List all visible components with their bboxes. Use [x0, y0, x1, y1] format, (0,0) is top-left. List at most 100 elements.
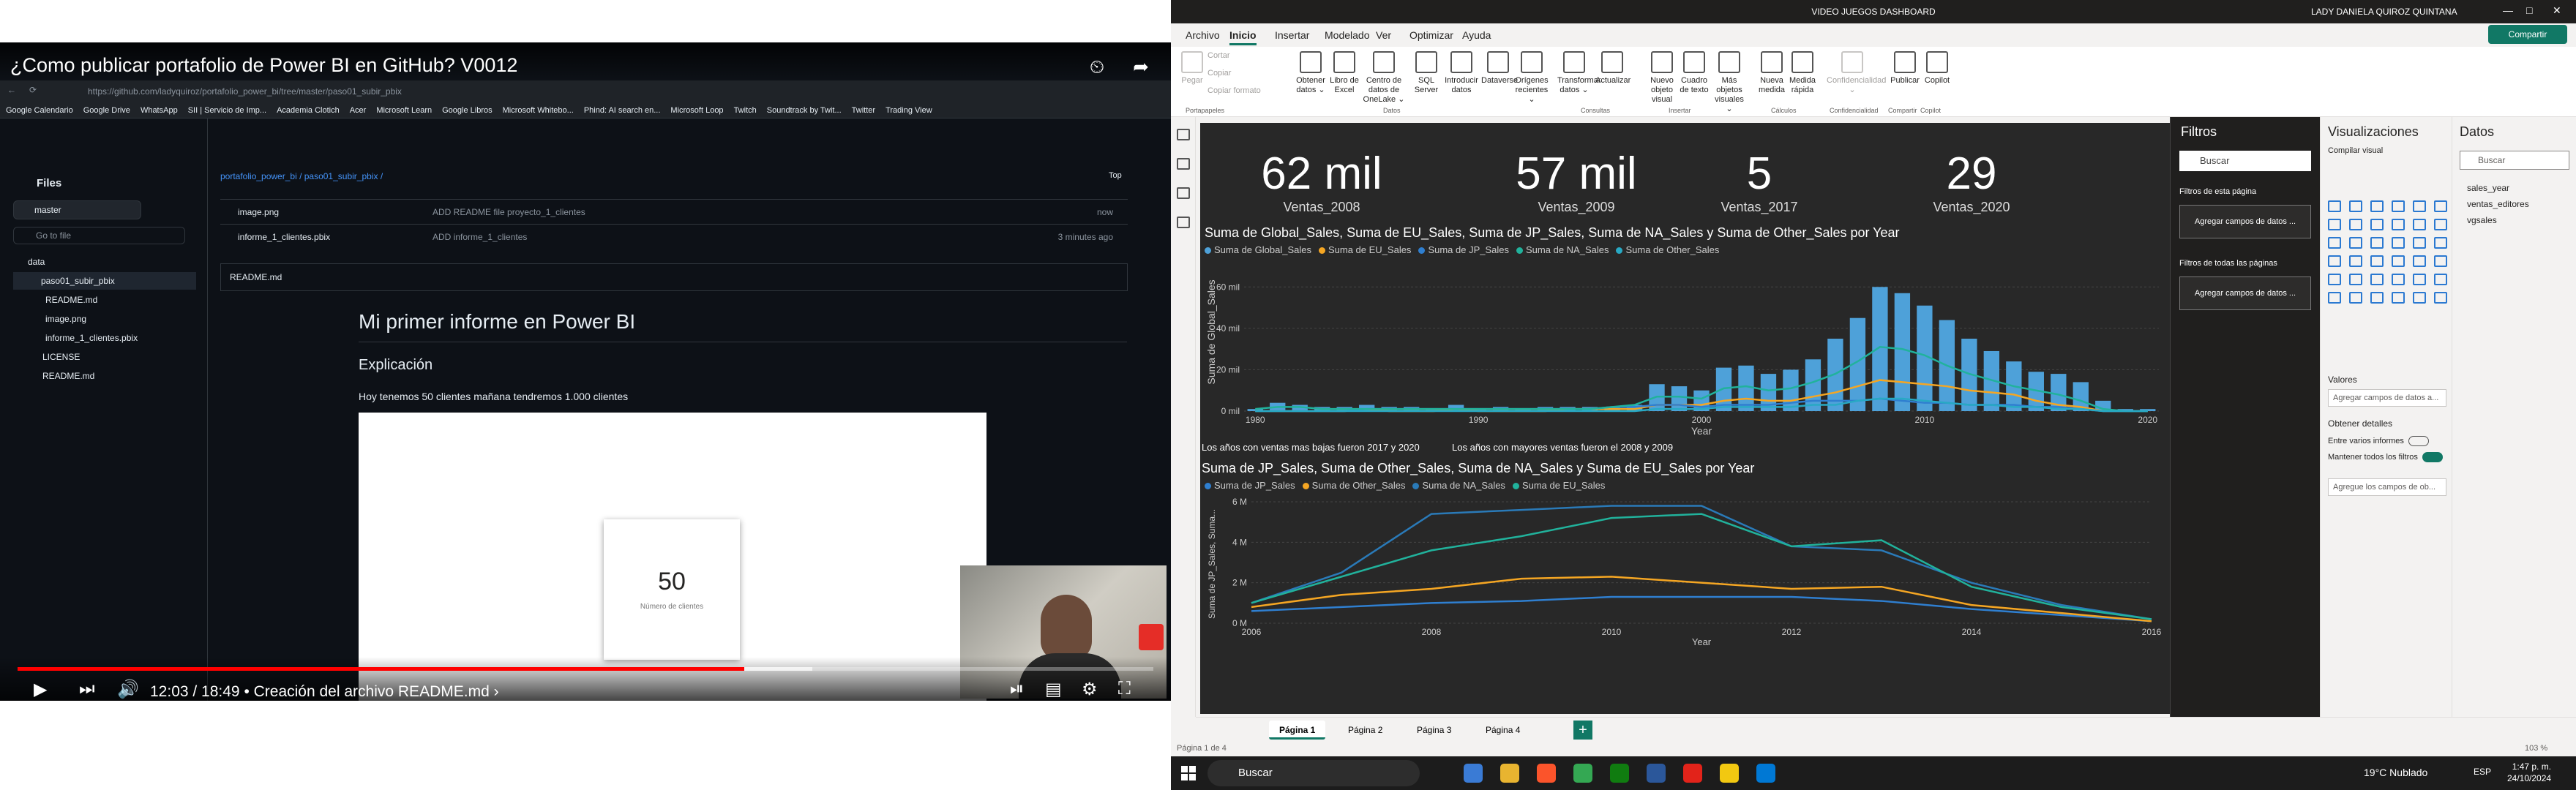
bookmark-item[interactable]: Phind: AI search en...: [584, 102, 661, 118]
next-icon[interactable]: ⏭: [79, 679, 95, 699]
bookmark-item[interactable]: Microsoft Loop: [670, 102, 723, 118]
visual-type-icon[interactable]: [2392, 292, 2405, 304]
visual-type-icon[interactable]: [2349, 219, 2362, 230]
tree-item[interactable]: README.md: [13, 291, 97, 309]
dax-view-icon[interactable]: [1177, 217, 1190, 228]
tree-item[interactable]: LICENSE: [13, 348, 80, 366]
commit-msg[interactable]: ADD informe_1_clientes: [433, 225, 527, 249]
bookmark-item[interactable]: Google Libros: [442, 102, 493, 118]
brave-icon[interactable]: [1537, 764, 1556, 783]
file-name[interactable]: informe_1_clientes.pbix: [220, 232, 330, 242]
watch-later-icon[interactable]: ⏲: [1086, 56, 1108, 78]
back-icon[interactable]: ←: [7, 85, 16, 95]
bookmark-item[interactable]: Academia Clotich: [277, 102, 340, 118]
video-title[interactable]: ¿Como publicar portafolio de Power BI en…: [10, 54, 517, 77]
excel-icon[interactable]: [1647, 764, 1666, 783]
bookmark-item[interactable]: SII | Servicio de Imp...: [188, 102, 266, 118]
share-button[interactable]: Compartir: [2488, 25, 2567, 44]
fullscreen-icon[interactable]: ⛶: [1118, 679, 1131, 699]
tab-page-3[interactable]: Página 3: [1407, 721, 1461, 740]
zoom-level[interactable]: 103 %: [2525, 744, 2547, 753]
captions-icon[interactable]: ▤: [1045, 679, 1062, 700]
visual-type-icon[interactable]: [2370, 292, 2384, 304]
reload-icon[interactable]: ⟳: [29, 85, 37, 95]
report-view-icon[interactable]: [1177, 129, 1190, 140]
visual-type-icon[interactable]: [2370, 200, 2384, 212]
visual-type-icon[interactable]: [2413, 292, 2426, 304]
powerbi-icon[interactable]: [1720, 764, 1739, 783]
bookmark-item[interactable]: Trading View: [886, 102, 932, 118]
visual-type-icon[interactable]: [2349, 255, 2362, 267]
start-icon[interactable]: [1181, 766, 1196, 780]
subscribe-icon[interactable]: [1139, 624, 1164, 650]
legend-item[interactable]: Suma de EU_Sales: [1318, 244, 1411, 255]
top-link[interactable]: Top: [1109, 171, 1122, 180]
tree-item-selected[interactable]: paso01_subir_pbix: [13, 272, 196, 290]
bookmark-item[interactable]: Soundtrack by Twit...: [767, 102, 842, 118]
table-item[interactable]: vgsales: [2467, 215, 2497, 225]
visual-type-icon[interactable]: [2328, 255, 2341, 267]
tree-item[interactable]: informe_1_clientes.pbix: [13, 329, 138, 347]
page-filters-drop[interactable]: Agregar campos de datos ...: [2179, 205, 2311, 238]
chart2-plot[interactable]: 0 M2 M4 M6 M2006 2008 2010 2012 2014 2016Year…: [1200, 494, 2170, 648]
ribbon-button[interactable]: Medida rápida: [1786, 51, 1819, 95]
ribbon-small-button[interactable]: Copiar: [1208, 69, 1231, 78]
menu-ayuda[interactable]: Ayuda: [1462, 29, 1491, 41]
video-time[interactable]: 12:03 / 18:49 • Creación del archivo REA…: [150, 683, 499, 701]
opera-icon[interactable]: [1683, 764, 1702, 783]
breadcrumb[interactable]: portafolio_power_bi / paso01_subir_pbix …: [220, 171, 383, 181]
language-indicator[interactable]: ESP: [2474, 767, 2491, 777]
volume-icon[interactable]: 🔊: [117, 679, 139, 700]
branch-selector[interactable]: master: [13, 200, 141, 219]
visual-type-icon[interactable]: [2349, 237, 2362, 249]
visual-type-icon[interactable]: [2349, 274, 2362, 285]
toggle-off[interactable]: [2408, 436, 2429, 446]
visual-type-icon[interactable]: [2413, 200, 2426, 212]
bookmark-item[interactable]: Google Calendario: [6, 102, 73, 118]
ribbon-button[interactable]: Más objetos visuales ⌄: [1712, 51, 1746, 114]
tab-page-2[interactable]: Página 2: [1338, 721, 1393, 740]
tree-item[interactable]: README.md: [13, 367, 94, 385]
bookmark-item[interactable]: WhatsApp: [141, 102, 178, 118]
visual-type-icon[interactable]: [2392, 274, 2405, 285]
settings-icon[interactable]: ⚙: [1082, 679, 1098, 700]
visual-type-icon[interactable]: [2349, 292, 2362, 304]
user-name[interactable]: LADY DANIELA QUIROZ QUINTANA: [2311, 7, 2457, 17]
commit-msg[interactable]: ADD README file proyecto_1_clientes: [433, 200, 585, 225]
drillthrough-well[interactable]: Agregue los campos de ob...: [2328, 478, 2446, 496]
cross-report-toggle[interactable]: Entre varios informes: [2328, 436, 2429, 446]
visual-type-icon[interactable]: [2392, 219, 2405, 230]
minimize-icon[interactable]: —: [2503, 4, 2513, 16]
ribbon-button[interactable]: Transformar datos ⌄: [1557, 51, 1601, 95]
visual-type-icon[interactable]: [2434, 255, 2447, 267]
xbox-icon[interactable]: [1610, 764, 1629, 783]
ribbon-button[interactable]: Dataverse: [1481, 51, 1518, 86]
ribbon-button[interactable]: SQL Server: [1409, 51, 1443, 95]
ribbon-button[interactable]: Orígenes recientes ⌄: [1515, 51, 1549, 105]
legend-item[interactable]: Suma de JP_Sales: [1418, 244, 1509, 255]
kpi-card[interactable]: 5 Ventas_2017: [1650, 148, 1869, 215]
ribbon-button[interactable]: Copilot: [1920, 51, 1954, 86]
file-row[interactable]: image.png ADD README file proyecto_1_clie…: [220, 199, 1128, 224]
bookmark-item[interactable]: Twitch: [734, 102, 757, 118]
visual-type-icon[interactable]: [2370, 255, 2384, 267]
weather-widget[interactable]: 19°C Nublado: [2364, 767, 2427, 778]
clock[interactable]: 1:47 p. m. 24/10/2024: [2507, 761, 2551, 784]
maximize-icon[interactable]: □: [2526, 4, 2532, 16]
model-view-icon[interactable]: [1177, 187, 1190, 199]
play-icon[interactable]: ▶: [34, 679, 47, 700]
tab-page-1[interactable]: Página 1: [1269, 721, 1326, 740]
kpi-card[interactable]: 29 Ventas_2020: [1862, 148, 2081, 215]
legend-item[interactable]: Suma de JP_Sales: [1205, 480, 1295, 491]
table-item[interactable]: ventas_editores: [2467, 199, 2529, 209]
chart1-plot[interactable]: 0 mil 20 mil 40 mil 60 mil 1980 1990 2000 2010 2…: [1200, 259, 2170, 434]
bookmark-item[interactable]: Google Drive: [83, 102, 130, 118]
tree-item[interactable]: image.png: [13, 310, 86, 328]
report-canvas[interactable]: 62 mil Ventas_2008 57 mil Ventas_2009 5 Venta…: [1200, 123, 2170, 714]
tab-page-4[interactable]: Página 4: [1475, 721, 1530, 740]
visual-type-icon[interactable]: [2370, 219, 2384, 230]
visual-type-icon[interactable]: [2413, 255, 2426, 267]
ribbon-button[interactable]: Actualizar: [1595, 51, 1630, 86]
ribbon-button[interactable]: Publicar: [1888, 51, 1922, 86]
values-well[interactable]: Agregar campos de datos a...: [2328, 389, 2446, 407]
